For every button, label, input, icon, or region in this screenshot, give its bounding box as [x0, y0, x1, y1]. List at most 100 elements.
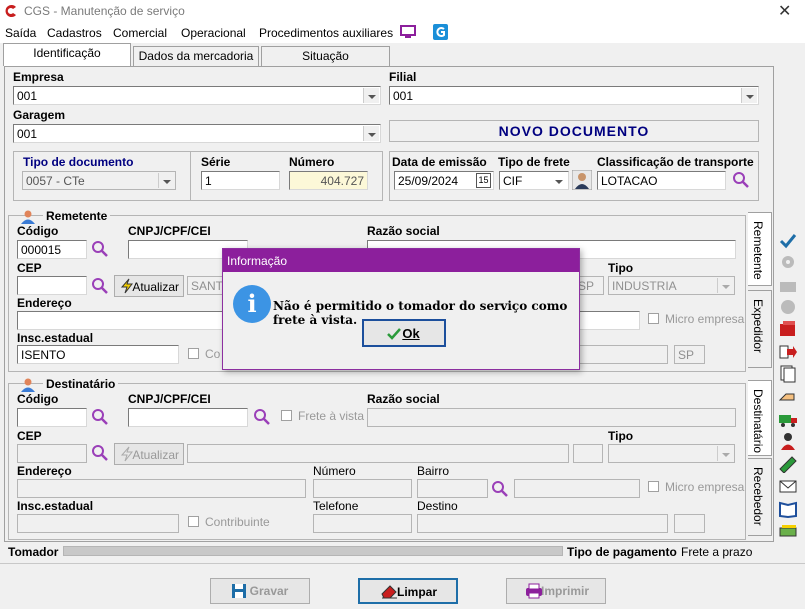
- dest-cep-input[interactable]: [17, 444, 87, 463]
- dest-endereco-input[interactable]: [17, 479, 306, 498]
- info-dialog: Informação i Não é permitido o tomador d…: [222, 248, 580, 370]
- truck-icon[interactable]: [778, 410, 798, 428]
- garagem-select[interactable]: 001: [13, 124, 381, 143]
- dest-razao-input[interactable]: [367, 408, 736, 427]
- dest-cidade-input[interactable]: [187, 444, 569, 463]
- dest-frete-vista-checkbox[interactable]: [281, 410, 292, 421]
- save-icon: [232, 584, 246, 598]
- checkmark-icon[interactable]: [778, 232, 798, 250]
- cibt-icon[interactable]: [778, 276, 798, 294]
- dest-numero-input[interactable]: [313, 479, 412, 498]
- dest-telefone-input[interactable]: [313, 514, 412, 533]
- search-icon[interactable]: [253, 408, 271, 426]
- insc-estadual-input[interactable]: ISENTO: [17, 345, 179, 364]
- cidade-input[interactable]: SANTO: [187, 276, 227, 295]
- tipo-select[interactable]: INDUSTRIA: [608, 276, 735, 295]
- dest-insc-input[interactable]: [17, 514, 179, 533]
- classificacao-input[interactable]: LOTACAO: [597, 171, 726, 190]
- info-icon: i: [233, 285, 271, 323]
- hand-icon[interactable]: [778, 388, 798, 406]
- numero-input[interactable]: 404.727: [289, 171, 368, 190]
- tipo-documento-select[interactable]: 0057 - CTe: [22, 171, 176, 190]
- chevron-down-icon[interactable]: [158, 173, 174, 188]
- dest-bairro-input[interactable]: [417, 479, 488, 498]
- chevron-down-icon[interactable]: [717, 446, 733, 461]
- vtab-recebedor[interactable]: Recebedor: [748, 458, 772, 536]
- destino-input[interactable]: [578, 345, 668, 364]
- classificacao-label: Classificação de transporte: [597, 155, 754, 169]
- vtab-destinatario[interactable]: Destinatário: [748, 380, 772, 456]
- micro-empresa-checkbox[interactable]: [648, 313, 659, 324]
- dest-insc-label: Insc.estadual: [17, 499, 94, 513]
- uf-destino-input[interactable]: SP: [674, 345, 705, 364]
- tipo-frete-select[interactable]: CIF: [499, 171, 569, 190]
- vtab-expedidor-label: Expedidor: [751, 299, 765, 354]
- search-icon[interactable]: [491, 480, 509, 498]
- imprimir-button[interactable]: Imprimir: [506, 578, 606, 604]
- tab-identificacao[interactable]: Identificação: [3, 43, 131, 66]
- bairro-input[interactable]: [578, 311, 640, 330]
- dest-micro-empresa-checkbox[interactable]: [648, 481, 659, 492]
- close-button[interactable]: ✕: [778, 1, 791, 21]
- empresa-select[interactable]: 001: [13, 86, 381, 105]
- tab-dados-mercadoria[interactable]: Dados da mercadoria: [133, 46, 259, 66]
- menu-procedimentos[interactable]: Procedimentos auxiliares: [259, 26, 393, 40]
- ok-button[interactable]: Ok: [362, 319, 446, 347]
- endereco-input[interactable]: [17, 311, 227, 330]
- search-icon[interactable]: [91, 444, 109, 462]
- g-app-icon[interactable]: [433, 24, 448, 40]
- chevron-down-icon[interactable]: [363, 126, 379, 141]
- search-icon[interactable]: [91, 240, 109, 258]
- monitor-icon[interactable]: [400, 25, 416, 39]
- dest-razao-label: Razão social: [367, 392, 440, 406]
- search-icon[interactable]: [91, 277, 109, 295]
- dest-uf-destino-input[interactable]: [674, 514, 705, 533]
- dest-contribuinte-checkbox[interactable]: [188, 516, 199, 527]
- dest-codigo-input[interactable]: [17, 408, 87, 427]
- menu-cadastros[interactable]: Cadastros: [47, 26, 102, 40]
- dest-uf-input[interactable]: [573, 444, 603, 463]
- person-icon[interactable]: [572, 170, 592, 190]
- chevron-down-icon[interactable]: [741, 88, 757, 103]
- chevron-down-icon[interactable]: [551, 173, 567, 188]
- chevron-down-icon[interactable]: [717, 278, 733, 293]
- menu-saida[interactable]: Saída: [5, 26, 36, 40]
- tipo-pagamento-value: Frete a prazo: [681, 545, 753, 559]
- vtab-remetente[interactable]: Remetente: [748, 212, 772, 286]
- dest-bairro-desc-input[interactable]: [514, 479, 640, 498]
- dest-destino-input[interactable]: [417, 514, 668, 533]
- box-icon[interactable]: [778, 320, 798, 338]
- circle-icon[interactable]: [778, 298, 798, 316]
- documents-icon[interactable]: [778, 365, 798, 383]
- menu-comercial[interactable]: Comercial: [113, 26, 167, 40]
- gear-icon[interactable]: [778, 253, 798, 271]
- limpar-button[interactable]: Limpar: [358, 578, 458, 604]
- codigo-input[interactable]: 000015: [17, 240, 87, 259]
- search-icon[interactable]: [732, 171, 750, 189]
- search-icon[interactable]: [91, 408, 109, 426]
- cep-input[interactable]: [17, 276, 87, 295]
- footer-divider: [0, 563, 805, 564]
- money-icon[interactable]: [778, 522, 798, 540]
- serie-input[interactable]: 1: [201, 171, 280, 190]
- envelope-icon[interactable]: [778, 477, 798, 495]
- dest-destino-label: Destino: [417, 499, 458, 513]
- dest-cnpj-input[interactable]: [128, 408, 248, 427]
- pencil-icon[interactable]: [778, 455, 798, 473]
- gravar-button[interactable]: Gravar: [210, 578, 310, 604]
- menu-operacional[interactable]: Operacional: [181, 26, 246, 40]
- contribuinte-checkbox[interactable]: [188, 348, 199, 359]
- arrow-right-icon[interactable]: [778, 343, 798, 361]
- vtab-recebedor-label: Recebedor: [751, 467, 765, 526]
- calendar-icon[interactable]: 15: [476, 173, 491, 188]
- numero-label: Número: [289, 155, 335, 169]
- filial-select[interactable]: 001: [389, 86, 759, 105]
- person-icon: [21, 210, 35, 224]
- user-icon[interactable]: [778, 432, 798, 450]
- vtab-expedidor[interactable]: Expedidor: [748, 290, 772, 368]
- tab-situacao[interactable]: Situação: [261, 46, 390, 66]
- book-icon[interactable]: [778, 500, 798, 518]
- chevron-down-icon[interactable]: [363, 88, 379, 103]
- dest-tipo-select[interactable]: [608, 444, 735, 463]
- person-icon: [21, 378, 35, 392]
